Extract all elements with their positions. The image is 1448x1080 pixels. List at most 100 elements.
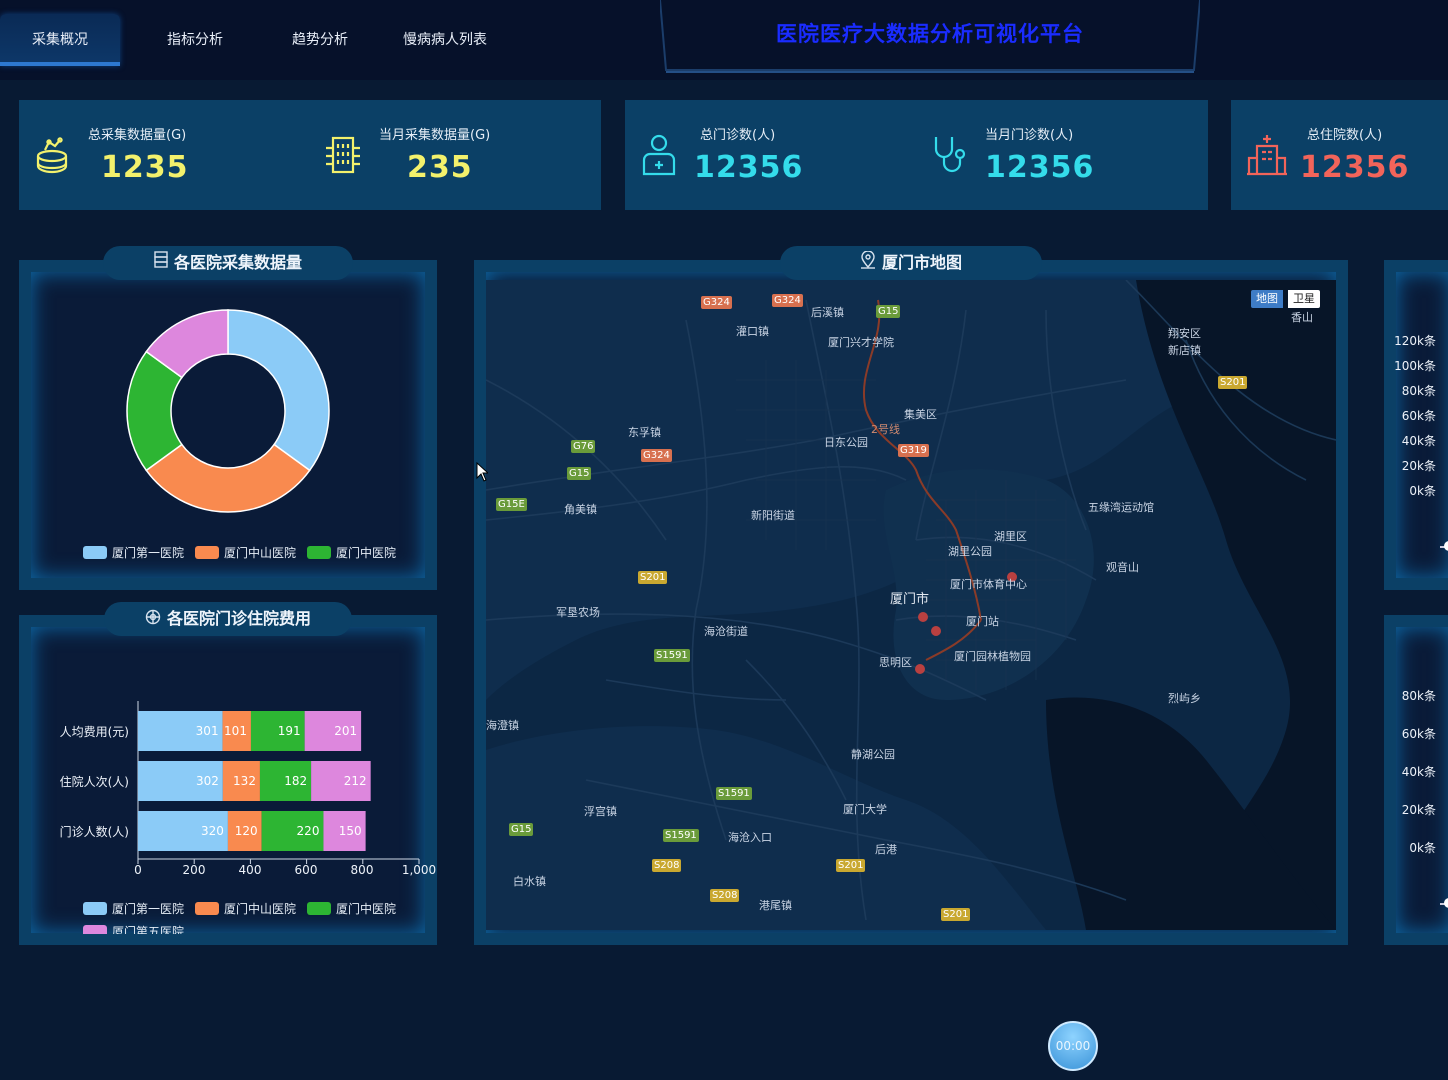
x-tick-label: 400 [238,863,262,877]
map-label: 翔安区 [1168,327,1201,340]
stat-label-month-collection: 当月采集数据量(G) [379,128,491,143]
stat-label-month-outpatient: 当月门诊数(人) [985,128,1074,143]
map-label: 后溪镇 [811,306,844,319]
map-label: 厦门市 [890,592,930,607]
y-tick-label: 0k条 [1409,841,1436,855]
legend-label: 厦门中医院 [336,902,397,916]
road-badge: S208 [652,859,682,872]
legend-item-hospital-1[interactable]: 厦门第一医院 [83,544,184,561]
legend-item-hospital-1[interactable]: 厦门第一医院 [83,900,184,917]
map-label: 军垦农场 [556,606,600,619]
road-badge: G15 [509,823,534,836]
map-label: 新店镇 [1168,344,1201,357]
map-label: 厦门站 [966,615,999,628]
stat-value-month-outpatient: 12356 [985,150,1095,185]
map-label: 港尾镇 [759,899,792,912]
legend-swatch [195,546,219,559]
bar-value-label: 320 [201,824,224,838]
map-label: 湖里区 [994,530,1027,543]
bar-value-label: 150 [339,824,362,838]
tab-trend-analysis[interactable]: 趋势分析 [265,14,375,62]
map-view[interactable]: G324 G324 G15 G76 G324 G15 G15E G319 S20… [486,280,1336,930]
tab-collection-overview[interactable]: 采集概况 [0,14,120,66]
stat-value-total-outpatient: 12356 [694,150,804,185]
y-tick-label: 80k条 [1401,689,1436,703]
donut-slice[interactable] [145,443,311,513]
road-badge: G319 [898,444,929,457]
x-tick-label: 800 [350,863,374,877]
panel-title-text: 厦门市地图 [881,253,962,272]
bar-value-label: 101 [224,724,247,738]
zoom-slider-handle[interactable] [1444,898,1448,908]
timer-button[interactable]: 00:00 [1048,1021,1098,1071]
tab-indicator-analysis[interactable]: 指标分析 [140,14,250,62]
map-label-metro: 2号线 [871,423,900,436]
road-badge: S201 [638,571,668,584]
stat-value-total-inpatient: 12356 [1300,150,1410,185]
map-label: 厦门园林植物园 [954,650,1031,663]
bar-value-label: 132 [233,774,256,788]
map-label: 海沧入口 [728,831,772,844]
bar-category-label: 门诊人数(人) [59,825,129,839]
map-label: 五缘湾运动馆 [1088,501,1154,514]
x-tick-label: 1,000 [401,863,437,877]
road-badge: G15 [876,305,901,318]
y-tick-label: 60k条 [1401,409,1436,423]
map-label: 海沧街道 [704,625,748,638]
y-tick-label: 60k条 [1401,727,1436,741]
legend-item-hospital-2[interactable]: 厦门中山医院 [195,544,296,561]
legend-swatch [195,902,219,915]
hospital-icon [1247,134,1287,180]
satellite-mode-button[interactable]: 卫星 [1288,290,1320,308]
cursor-icon [476,461,490,486]
bar-value-label: 182 [284,774,307,788]
road-badge: S1591 [716,787,752,800]
y-tick-label: 100k条 [1394,359,1436,373]
legend-label: 厦门第五医院 [112,925,185,934]
panel-title-text: 各医院门诊住院费用 [166,609,311,628]
bar-value-label: 212 [344,774,367,788]
x-tick-label: 600 [294,863,318,877]
road-badge: S201 [836,859,866,872]
donut-chart [126,309,330,513]
map-mode-button[interactable]: 地图 [1251,290,1283,308]
legend-item-hospital-5[interactable]: 厦门第五医院 [83,923,184,934]
building-icon [324,136,362,180]
map-label: 东孚镇 [628,426,661,439]
legend-label: 厦门中医院 [336,546,397,560]
road-badge: G15 [567,467,592,480]
bar-value-label: 191 [278,724,301,738]
legend-item-hospital-2[interactable]: 厦门中山医院 [195,900,296,917]
tab-chronic-patient-list[interactable]: 慢病病人列表 [390,14,500,62]
stat-card-inpatient: 总住院数(人) 12356 [1231,100,1448,210]
stat-label-total-collection: 总采集数据量(G) [88,128,187,143]
road-badge: G76 [571,440,596,453]
database-icon [35,136,71,180]
map-label: 香山 [1291,311,1313,324]
bar-legend: 厦门第一医院 厦门中山医院 厦门中医院 厦门第五医院 [71,900,421,934]
y-tick-label: 0k条 [1409,484,1436,498]
location-icon [860,247,876,281]
map-label: 思明区 [879,656,912,669]
legend-item-hospital-3[interactable]: 厦门中医院 [307,544,396,561]
stat-card-collection: 总采集数据量(G) 1235 当月采集数据量(G) 235 [19,100,601,210]
legend-item-hospital-3[interactable]: 厦门中医院 [307,900,396,917]
map-label: 烈屿乡 [1168,692,1201,705]
donut-slice[interactable] [227,309,330,472]
road-badge: S1591 [654,649,690,662]
map-label: 观音山 [1106,561,1139,574]
bar-category-label: 人均费用(元) [59,725,129,739]
road-badge: G15E [496,498,527,511]
zoom-slider-handle[interactable] [1444,541,1448,551]
panel-title-collection: 各医院采集数据量 [103,246,353,280]
map-label: 灌口镇 [736,325,769,338]
panel-cost: 301 101 191 201 302 132 182 212 320 120 220 150 人均费… [19,615,437,945]
map-label: 厦门市体育中心 [950,578,1027,591]
legend-label: 厦门第一医院 [112,902,185,916]
x-tick-label: 0 [134,863,142,877]
donut-legend: 厦门第一医院 厦门中山医院 厦门中医院 [71,544,411,564]
stat-label-total-outpatient: 总门诊数(人) [700,128,776,143]
y-tick-label: 40k条 [1401,434,1436,448]
map-label: 海澄镇 [486,719,519,732]
stat-value-month-collection: 235 [407,150,473,185]
